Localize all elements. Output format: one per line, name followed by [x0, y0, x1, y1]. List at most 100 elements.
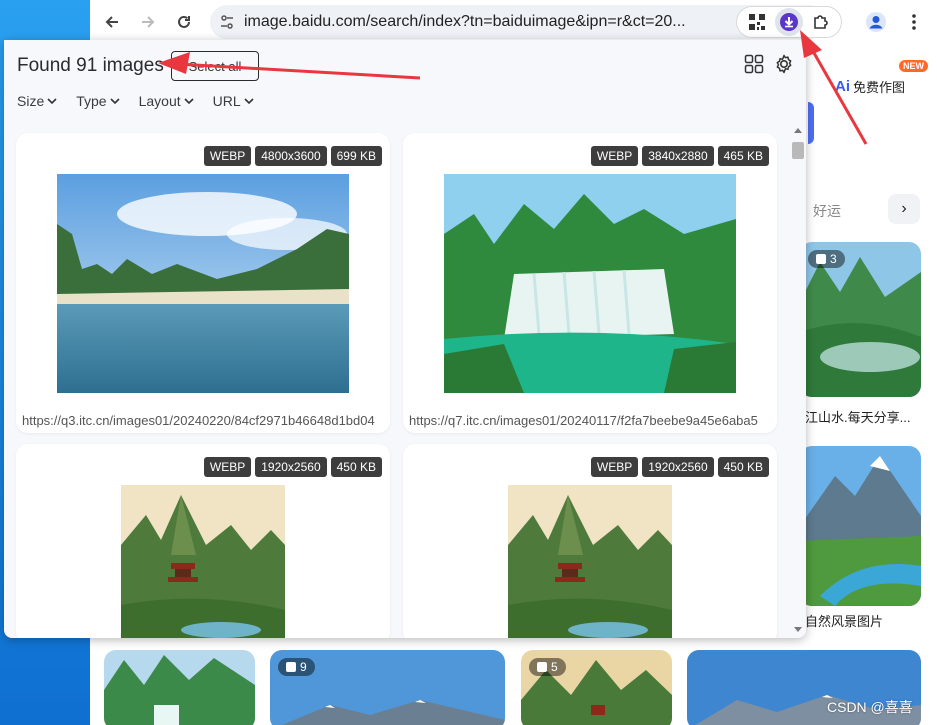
filter-label: URL [212, 93, 241, 109]
ai-button-label: 免费作图 [853, 79, 906, 95]
ai-logo: Ai [835, 77, 850, 95]
reload-button[interactable] [166, 4, 202, 40]
back-button[interactable] [94, 4, 130, 40]
pagoda-mountain-image [508, 485, 672, 638]
tags-next-button[interactable]: › [888, 194, 920, 224]
image-url[interactable]: https://q3.itc.cn/images01/20240220/84cf… [22, 413, 388, 428]
pagoda-mountain-image [121, 485, 285, 638]
extensions-puzzle-button[interactable] [807, 8, 835, 36]
format-badge: WEBP [590, 457, 639, 477]
image-count: 9 [300, 660, 307, 674]
forward-button[interactable] [130, 4, 166, 40]
extensions-group [736, 6, 842, 38]
river-landscape-image [57, 174, 349, 393]
grid-view-icon [744, 54, 764, 74]
url-text[interactable]: image.baidu.com/search/index?tn=baiduima… [244, 13, 784, 31]
puzzle-icon [814, 15, 828, 29]
card-image-preview[interactable] [444, 174, 736, 393]
image-meta-badges: WEBP 4800x3600 699 KB [203, 146, 382, 166]
address-bar[interactable]: image.baidu.com/search/index?tn=baiduima… [210, 5, 826, 39]
image-count-badge: 9 [278, 658, 315, 676]
filesize-badge: 465 KB [717, 146, 769, 166]
scroll-up-icon[interactable] [794, 128, 802, 133]
scroll-down-icon[interactable] [794, 627, 802, 632]
filter-type[interactable]: Type [76, 93, 120, 109]
image-card[interactable]: WEBP 3840x2880 465 KB https://q7.itc.cn/… [403, 133, 777, 433]
side-caption-2[interactable]: 自然风景图片 [805, 611, 883, 630]
image-meta-badges: WEBP 3840x2880 465 KB [590, 146, 769, 166]
image-count: 5 [551, 660, 558, 674]
grid-view-button[interactable] [744, 54, 764, 79]
image-downloader-popup: Found 91 images Select all Size Type Lay… [4, 40, 806, 638]
image-count: 3 [830, 252, 837, 266]
image-card[interactable]: WEBP 4800x3600 699 KB https://q3.itc.cn/… [16, 133, 390, 433]
chevron-right-icon: › [901, 200, 907, 217]
filter-label: Size [17, 93, 45, 109]
site-info-icon[interactable] [210, 14, 244, 30]
filter-size[interactable]: Size [17, 93, 57, 109]
popup-scrollbar[interactable] [790, 126, 804, 636]
watermark: CSDN @喜喜 [827, 699, 913, 715]
image-downloader-extension-button[interactable] [775, 8, 803, 36]
image-meta-badges: WEBP 1920x2560 450 KB [590, 457, 769, 477]
image-card[interactable]: WEBP 1920x2560 450 KB [403, 444, 777, 638]
mountain-lake-image [800, 446, 921, 606]
dimensions-badge: 4800x3600 [255, 146, 327, 166]
karst-waterfall-image [104, 650, 255, 725]
download-icon [780, 13, 798, 31]
filesize-badge: 450 KB [717, 457, 769, 477]
filter-url[interactable]: URL [213, 93, 254, 109]
dimensions-badge: 1920x2560 [642, 457, 714, 477]
gear-icon [776, 54, 792, 74]
browser-toolbar: image.baidu.com/search/index?tn=baiduima… [90, 0, 937, 44]
tag-haoyun[interactable]: 好运 [813, 201, 841, 221]
bottom-thumbnail-2[interactable]: 9 [270, 650, 505, 725]
ai-create-button[interactable]: Ai 免费作图 NEW [835, 60, 930, 102]
profile-button[interactable] [862, 8, 890, 36]
format-badge: WEBP [203, 457, 252, 477]
format-badge: WEBP [203, 146, 252, 166]
gallery-icon [286, 662, 296, 672]
side-thumbnail-2[interactable] [800, 446, 921, 606]
image-count-badge: 3 [808, 250, 845, 268]
image-url[interactable]: https://q7.itc.cn/images01/20240117/f2fa… [409, 413, 775, 428]
filter-label: Type [76, 93, 107, 109]
format-badge: WEBP [590, 146, 639, 166]
avatar-icon [866, 12, 886, 32]
image-meta-badges: WEBP 1920x2560 450 KB [203, 457, 382, 477]
image-count-badge: 5 [529, 658, 566, 676]
bottom-thumbnail-1[interactable] [104, 650, 255, 725]
reload-icon [178, 15, 190, 28]
filesize-badge: 699 KB [330, 146, 382, 166]
card-image-preview[interactable] [508, 485, 672, 638]
popup-title: Found 91 images [17, 55, 164, 76]
arrow-right-icon [142, 16, 155, 28]
filter-layout[interactable]: Layout [139, 93, 194, 109]
qr-code-extension-button[interactable] [743, 8, 771, 36]
card-image-preview[interactable] [121, 485, 285, 638]
gallery-icon [816, 254, 826, 264]
filter-label: Layout [138, 93, 181, 109]
arrow-left-icon [105, 16, 118, 28]
kebab-menu-icon [912, 14, 916, 30]
scrollbar-thumb[interactable] [792, 142, 804, 159]
bottom-thumbnail-3[interactable]: 5 [521, 650, 672, 725]
side-caption-1[interactable]: 江山水.每天分享... [805, 407, 910, 426]
chevron-down-icon [47, 98, 57, 105]
new-badge: NEW [899, 60, 928, 72]
settings-button[interactable] [773, 53, 795, 80]
dimensions-badge: 3840x2880 [642, 146, 714, 166]
card-image-preview[interactable] [57, 174, 349, 393]
dimensions-badge: 1920x2560 [255, 457, 327, 477]
select-all-button[interactable]: Select all [171, 51, 259, 81]
waterfall-image [444, 174, 736, 393]
chevron-down-icon [184, 98, 194, 105]
image-card[interactable]: WEBP 1920x2560 450 KB [16, 444, 390, 638]
browser-menu-button[interactable] [900, 8, 928, 36]
qr-code-icon [749, 14, 765, 30]
search-button-edge[interactable] [808, 102, 814, 144]
side-thumbnail-1[interactable]: 3 [800, 242, 921, 397]
filesize-badge: 450 KB [330, 457, 382, 477]
chevron-down-icon [110, 98, 120, 105]
filter-bar: Size Type Layout URL [17, 93, 254, 109]
